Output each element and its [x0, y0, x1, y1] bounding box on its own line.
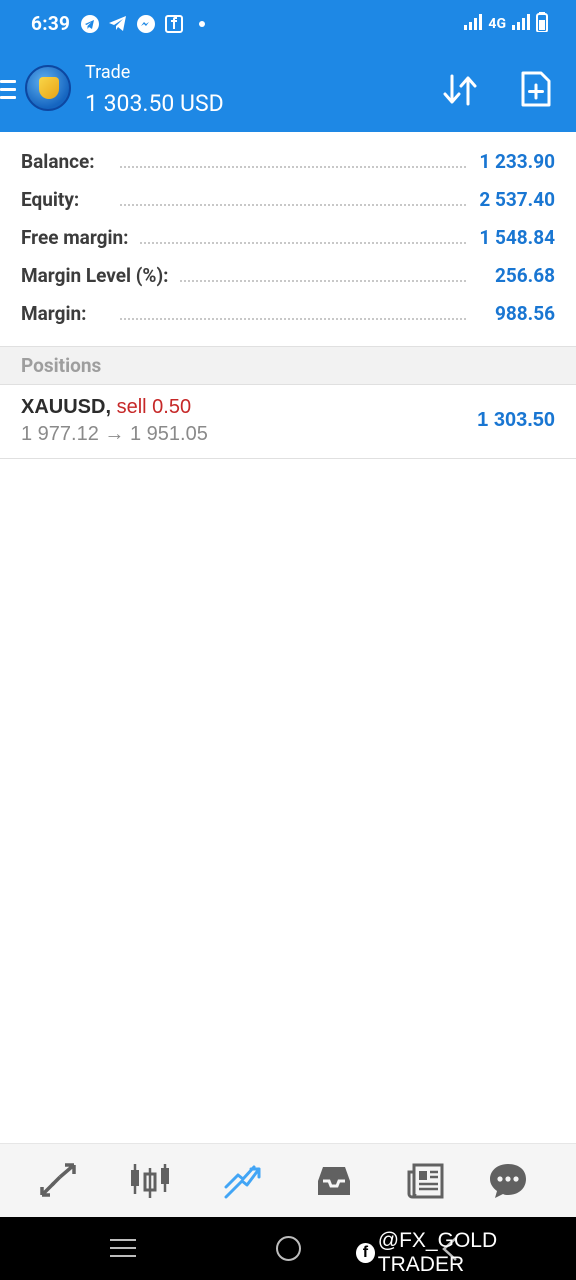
system-icons: 4G	[464, 12, 548, 36]
facebook-icon	[164, 14, 184, 34]
equity-label: Equity:	[21, 188, 90, 211]
app-header: Trade 1 303.50 USD	[0, 48, 576, 132]
margin-level-label: Margin Level (%):	[21, 264, 179, 287]
position-symbol-line: XAUUSD, sell 0.50	[21, 396, 191, 419]
free-margin-label: Free margin:	[21, 226, 139, 249]
news-icon	[407, 1163, 444, 1199]
page-title: Trade	[85, 62, 131, 83]
position-side: sell 0.50	[116, 396, 192, 418]
new-order-button[interactable]	[520, 70, 556, 110]
balance-label: Balance:	[21, 150, 105, 173]
tab-charts[interactable]	[128, 1160, 172, 1202]
sort-button[interactable]	[440, 72, 480, 108]
position-row[interactable]: XAUUSD, sell 0.50 1 977.12 → 1 951.05 1 …	[0, 386, 576, 459]
balance-value: 1 233.90	[469, 150, 555, 173]
notification-icons	[80, 14, 212, 34]
signal-icon	[464, 14, 483, 34]
margin-level-value: 256.68	[484, 264, 555, 287]
battery-icon	[536, 12, 548, 36]
tab-messages[interactable]	[486, 1160, 530, 1202]
position-profit: 1 303.50	[477, 409, 555, 431]
trend-icon	[224, 1165, 261, 1199]
position-prices: 1 977.12 → 1 951.05	[21, 423, 208, 445]
messenger-icon	[136, 14, 156, 34]
arrows-icon	[40, 1163, 76, 1197]
margin-value: 988.56	[484, 302, 555, 325]
inbox-icon	[318, 1167, 350, 1195]
watermark: f @FX_GOLD TRADER	[356, 1229, 576, 1277]
margin-label: Margin:	[21, 302, 97, 325]
chat-icon	[490, 1164, 526, 1198]
home-button[interactable]	[276, 1236, 301, 1261]
candlestick-icon	[131, 1164, 169, 1198]
telegram-icon	[80, 14, 100, 34]
dot-icon	[192, 14, 212, 34]
menu-icon[interactable]	[0, 80, 16, 100]
free-margin-row: Free margin: 1 548.84	[0, 218, 576, 256]
network-type: 4G	[488, 16, 506, 32]
status-time: 6:39	[31, 12, 71, 35]
recents-button[interactable]	[110, 1239, 136, 1257]
facebook-watermark-icon: f	[356, 1243, 375, 1263]
margin-row: Margin: 988.56	[0, 294, 576, 332]
telegram-plane-icon	[108, 14, 128, 34]
bottom-tab-bar	[0, 1143, 576, 1217]
app-logo	[25, 65, 71, 111]
positions-header: Positions	[0, 346, 576, 385]
positions-title: Positions	[21, 354, 102, 377]
position-symbol: XAUUSD,	[21, 396, 112, 418]
balance-row: Balance: 1 233.90	[0, 142, 576, 180]
equity-value: 2 537.40	[469, 188, 555, 211]
header-balance: 1 303.50 USD	[85, 90, 224, 117]
account-summary: Balance: 1 233.90 Equity: 2 537.40 Free …	[0, 142, 576, 332]
margin-level-row: Margin Level (%): 256.68	[0, 256, 576, 294]
watermark-text: @FX_GOLD TRADER	[377, 1229, 498, 1276]
equity-row: Equity: 2 537.40	[0, 180, 576, 218]
tab-news[interactable]	[404, 1160, 448, 1202]
tab-quotes[interactable]	[36, 1160, 80, 1202]
status-bar: 6:39 4G	[0, 0, 576, 48]
free-margin-value: 1 548.84	[469, 226, 555, 249]
tab-history[interactable]	[312, 1160, 356, 1202]
tab-trade[interactable]	[220, 1160, 264, 1202]
system-nav-bar: f @FX_GOLD TRADER	[0, 1217, 576, 1280]
new-document-icon	[521, 71, 551, 107]
sort-arrows-icon	[443, 74, 477, 106]
signal-icon-2	[512, 14, 530, 34]
